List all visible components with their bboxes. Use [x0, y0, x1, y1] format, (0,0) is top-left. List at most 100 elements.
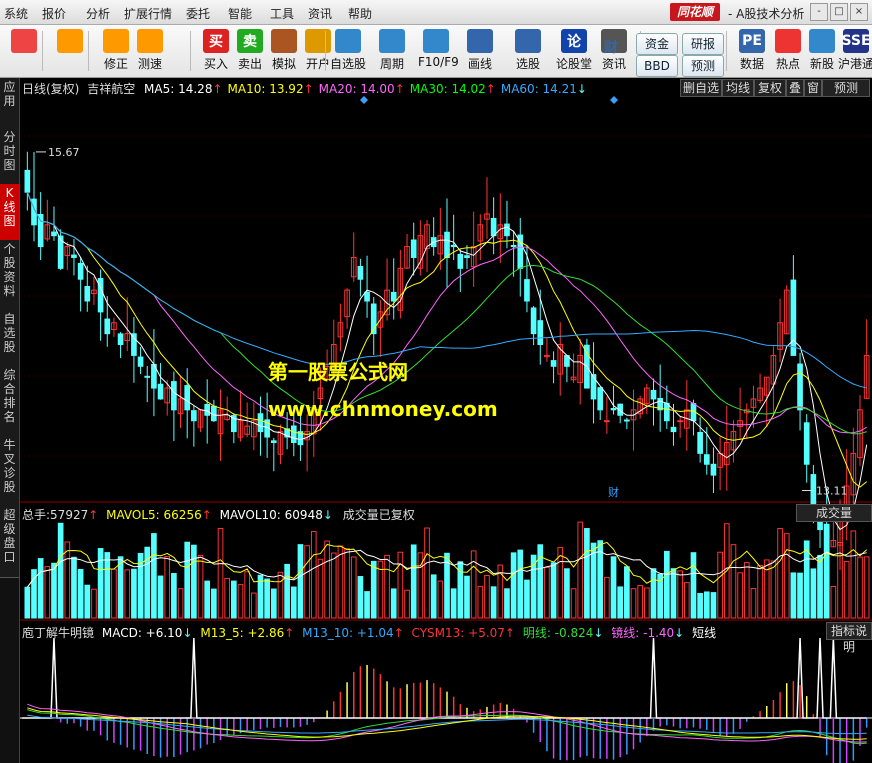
toolbar-label: 选股: [515, 57, 540, 71]
toolbar-separator: [88, 31, 89, 71]
volume-bar: [424, 527, 430, 619]
sidebar-tab-1[interactable]: 分时图: [0, 128, 19, 186]
kline-option-3[interactable]: 叠: [786, 79, 804, 97]
toolbar-button-new-stock[interactable]: 新股: [804, 27, 840, 75]
volume-bar: [224, 577, 231, 619]
volume-bar: [610, 556, 617, 619]
menu-item-2[interactable]: 分析: [86, 5, 110, 22]
toolbar-label: F10/F9: [418, 55, 459, 69]
candle-body: [364, 291, 370, 302]
toolbar-button-sell[interactable]: 卖卖出: [232, 27, 268, 75]
sidebar-tab-4[interactable]: 自选股: [0, 310, 19, 368]
menu-item-4[interactable]: 委托: [186, 5, 210, 22]
volume-bar: [250, 592, 257, 619]
close-button[interactable]: ×: [850, 3, 868, 21]
volume-bar: [264, 578, 270, 619]
candle-body: [464, 255, 470, 258]
volume-bar: [697, 592, 703, 619]
volume-bar: [810, 568, 817, 619]
toolbar-button-screen[interactable]: 选股: [510, 27, 546, 75]
toolbar-button-gavel[interactable]: 模拟: [266, 27, 302, 75]
stock-chart[interactable]: 15.67 13.11 财: [20, 96, 872, 763]
menu-item-8[interactable]: 帮助: [348, 5, 372, 22]
volume-bar: [111, 568, 117, 619]
toolbar-button-back-arrow[interactable]: [52, 27, 88, 75]
volume-bar: [84, 584, 91, 619]
candle-body: [270, 440, 277, 443]
toolbar-label: 测速: [137, 57, 162, 71]
volume-bar: [350, 556, 357, 619]
volume-bar: [24, 586, 31, 619]
pill-button-1[interactable]: 研报: [682, 33, 724, 55]
volume-bar: [184, 541, 191, 619]
toolbar-button-star[interactable]: 自选股: [330, 27, 366, 75]
toolbar-button-cycle[interactable]: 周期: [374, 27, 410, 75]
candle-body: [191, 410, 197, 422]
menu-item-3[interactable]: 扩展行情: [124, 5, 172, 22]
toolbar-button-pen[interactable]: 画线: [462, 27, 498, 75]
toolbar-button-sse-hkex[interactable]: SSE 沪港通: [838, 27, 872, 75]
toolbar-button-discuss[interactable]: 论论股堂: [556, 27, 592, 75]
menu-item-0[interactable]: 系统: [4, 5, 28, 22]
toolbar-button-pe[interactable]: PE 数据: [734, 27, 770, 75]
volume-bar: [217, 527, 224, 619]
indicator-name[interactable]: 庖丁解牛明镜: [22, 626, 94, 640]
sidebar-tab-2[interactable]: K线图: [0, 184, 19, 242]
volume-bar: [277, 571, 284, 619]
sidebar-tab-0[interactable]: 应用: [0, 78, 19, 130]
toolbar-button-doc[interactable]: F10/F9: [418, 27, 459, 75]
candle-body: [137, 356, 144, 367]
volume-bar: [304, 545, 310, 619]
cycle-icon: [379, 29, 405, 53]
volume-bar: [550, 562, 557, 619]
indicator-help-button[interactable]: 指标说明: [826, 622, 872, 654]
toolbar-label: 自选股: [330, 57, 367, 71]
kline-option-4[interactable]: 窗: [804, 79, 822, 97]
volume-bar: [157, 575, 164, 619]
minimize-button[interactable]: -: [810, 3, 828, 21]
toolbar-button-hot[interactable]: 热点: [770, 27, 806, 75]
toolbar-button-buy[interactable]: 买买入: [198, 27, 234, 75]
sidebar-tab-6[interactable]: 牛叉诊股: [0, 436, 19, 508]
toolbar-button-windows-grid[interactable]: [6, 27, 42, 75]
menu-item-1[interactable]: 报价: [42, 5, 66, 22]
watermark-url: www.chnmoney.com: [268, 397, 498, 421]
candle-body: [650, 389, 657, 400]
gavel-icon: [271, 29, 297, 53]
sidebar-tab-3[interactable]: 个股资料: [0, 240, 19, 312]
volume-bar: [770, 560, 777, 619]
finance-icon[interactable]: 财: [604, 37, 618, 57]
hot-icon: [775, 29, 801, 53]
volume-bar: [484, 575, 490, 619]
maximize-button[interactable]: □: [830, 3, 848, 21]
menu-item-5[interactable]: 智能: [228, 5, 252, 22]
volume-panel-button[interactable]: 成交量: [796, 504, 872, 522]
stock-name: 吉祥航空: [87, 82, 136, 96]
kline-option-5[interactable]: 预测: [822, 79, 870, 97]
kline-option-0[interactable]: 删自选: [680, 79, 722, 97]
volume-bar: [64, 541, 71, 619]
short-line-signal: [22, 637, 867, 719]
period-label[interactable]: 日线(复权): [22, 82, 79, 96]
pill-button-2[interactable]: BBD: [636, 55, 678, 77]
volume-bar: [584, 528, 590, 619]
candle-body: [790, 279, 797, 356]
toolbar-button-clock[interactable]: 测速: [132, 27, 168, 75]
sidebar-tab-5[interactable]: 综合排名: [0, 366, 19, 438]
volume-bar: [71, 556, 77, 619]
kline-option-1[interactable]: 均线: [722, 79, 754, 97]
volume-bar: [131, 568, 137, 619]
volume-bar: [850, 530, 857, 619]
toolbar-button-up-down[interactable]: 修正: [98, 27, 134, 75]
sidebar-tab-7[interactable]: 超级盘口: [0, 506, 19, 578]
volume-bar: [670, 568, 677, 619]
pill-button-0[interactable]: 资金: [636, 33, 678, 55]
volume-bar: [630, 588, 637, 619]
kline-option-2[interactable]: 复权: [754, 79, 786, 97]
volume-bar: [197, 554, 204, 619]
menu-item-7[interactable]: 资讯: [308, 5, 332, 22]
menu-item-6[interactable]: 工具: [270, 5, 294, 22]
pill-button-3[interactable]: 预测: [682, 55, 724, 77]
volume-bar: [77, 568, 84, 619]
volume-bar: [570, 588, 577, 619]
